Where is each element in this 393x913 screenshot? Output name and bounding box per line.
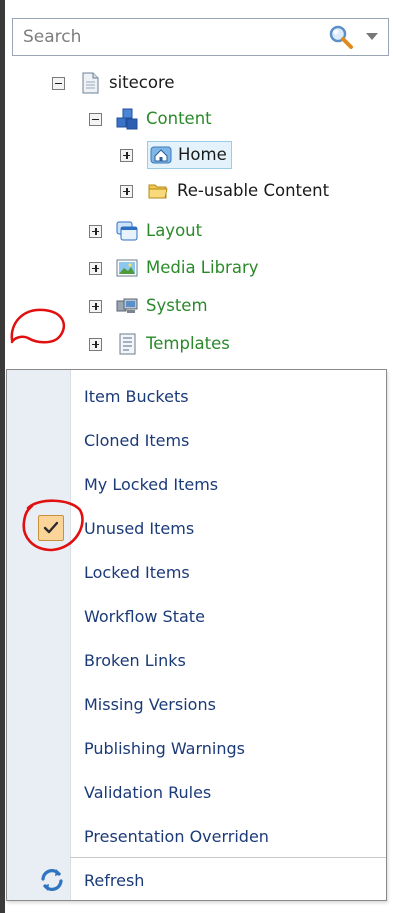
search-box — [12, 18, 389, 56]
collapse-icon[interactable] — [52, 76, 65, 90]
tree-node-media-library[interactable]: Media Library — [89, 254, 259, 282]
menu-item-presentation-overriden[interactable]: Presentation Overriden — [7, 814, 386, 858]
annotation-red-scribble — [10, 308, 65, 344]
menu-item-label[interactable]: Workflow State — [84, 607, 205, 626]
menu-separator — [70, 857, 386, 858]
document-icon — [82, 72, 99, 94]
system-computer-icon — [116, 298, 138, 313]
expand-icon[interactable] — [120, 184, 133, 198]
menu-item-refresh[interactable]: Refresh — [7, 861, 386, 899]
menu-item-label[interactable]: Cloned Items — [84, 431, 189, 450]
search-magnifier-icon[interactable] — [328, 24, 354, 50]
tree-label[interactable]: Re-usable Content — [177, 178, 329, 204]
menu-item-locked-items[interactable]: Locked Items — [7, 550, 386, 594]
tree-label[interactable]: sitecore — [109, 70, 175, 96]
picture-icon — [116, 259, 138, 277]
expand-icon[interactable] — [89, 337, 102, 351]
collapse-icon[interactable] — [89, 112, 102, 126]
tree-node-home[interactable]: Home — [120, 141, 232, 169]
menu-item-missing-versions[interactable]: Missing Versions — [7, 682, 386, 726]
refresh-icon — [41, 869, 63, 891]
tree-node-system[interactable]: System — [89, 292, 208, 320]
menu-item-label[interactable]: Refresh — [84, 871, 144, 890]
tree-node-sitecore[interactable]: sitecore — [52, 69, 175, 97]
menu-item-my-locked-items[interactable]: My Locked Items — [7, 462, 386, 506]
selected-highlight[interactable]: Home — [147, 141, 232, 169]
tree-node-layout[interactable]: Layout — [89, 217, 202, 245]
menu-item-label[interactable]: Missing Versions — [84, 695, 216, 714]
menu-item-cloned-items[interactable]: Cloned Items — [7, 418, 386, 462]
menu-item-label[interactable]: Validation Rules — [84, 783, 211, 802]
menu-item-label[interactable]: Unused Items — [84, 519, 194, 538]
tree-label[interactable]: Media Library — [146, 255, 259, 281]
content-cubes-icon — [116, 108, 138, 130]
menu-item-label[interactable]: Item Buckets — [84, 387, 189, 406]
menu-item-unused-items[interactable]: Unused Items — [7, 506, 386, 550]
menu-item-label[interactable]: Locked Items — [84, 563, 190, 582]
layout-windows-icon — [116, 221, 138, 241]
expand-icon[interactable] — [120, 148, 133, 162]
search-input[interactable] — [13, 19, 333, 55]
menu-item-label[interactable]: Presentation Overriden — [84, 827, 269, 846]
menu-item-broken-links[interactable]: Broken Links — [7, 638, 386, 682]
menu-item-label[interactable]: Broken Links — [84, 651, 186, 670]
menu-item-workflow-state[interactable]: Workflow State — [7, 594, 386, 638]
menu-item-validation-rules[interactable]: Validation Rules — [7, 770, 386, 814]
menu-item-publishing-warnings[interactable]: Publishing Warnings — [7, 726, 386, 770]
search-dropdown-arrow-icon[interactable] — [366, 33, 378, 40]
tree-node-templates[interactable]: Templates — [89, 330, 230, 358]
tree-node-reusable-content[interactable]: Re-usable Content — [120, 177, 329, 205]
tree-label[interactable]: Layout — [146, 218, 202, 244]
tree-label[interactable]: System — [146, 293, 208, 319]
tree-label[interactable]: Templates — [146, 331, 230, 357]
menu-item-item-buckets[interactable]: Item Buckets — [7, 374, 386, 418]
tree-label[interactable]: Content — [146, 106, 212, 132]
checkmark-icon — [38, 515, 64, 541]
folder-icon — [148, 184, 168, 199]
menu-item-label[interactable]: My Locked Items — [84, 475, 218, 494]
tree-label[interactable]: Home — [178, 142, 227, 168]
menu-item-label[interactable]: Publishing Warnings — [84, 739, 245, 758]
expand-icon[interactable] — [89, 299, 102, 313]
expand-icon[interactable] — [89, 261, 102, 275]
pane-left-border — [0, 0, 5, 913]
expand-icon[interactable] — [89, 224, 102, 238]
context-menu: Item Buckets Cloned Items My Locked Item… — [6, 369, 387, 901]
template-document-icon — [119, 333, 136, 355]
tree-node-content[interactable]: Content — [89, 105, 212, 133]
home-icon — [150, 146, 172, 164]
